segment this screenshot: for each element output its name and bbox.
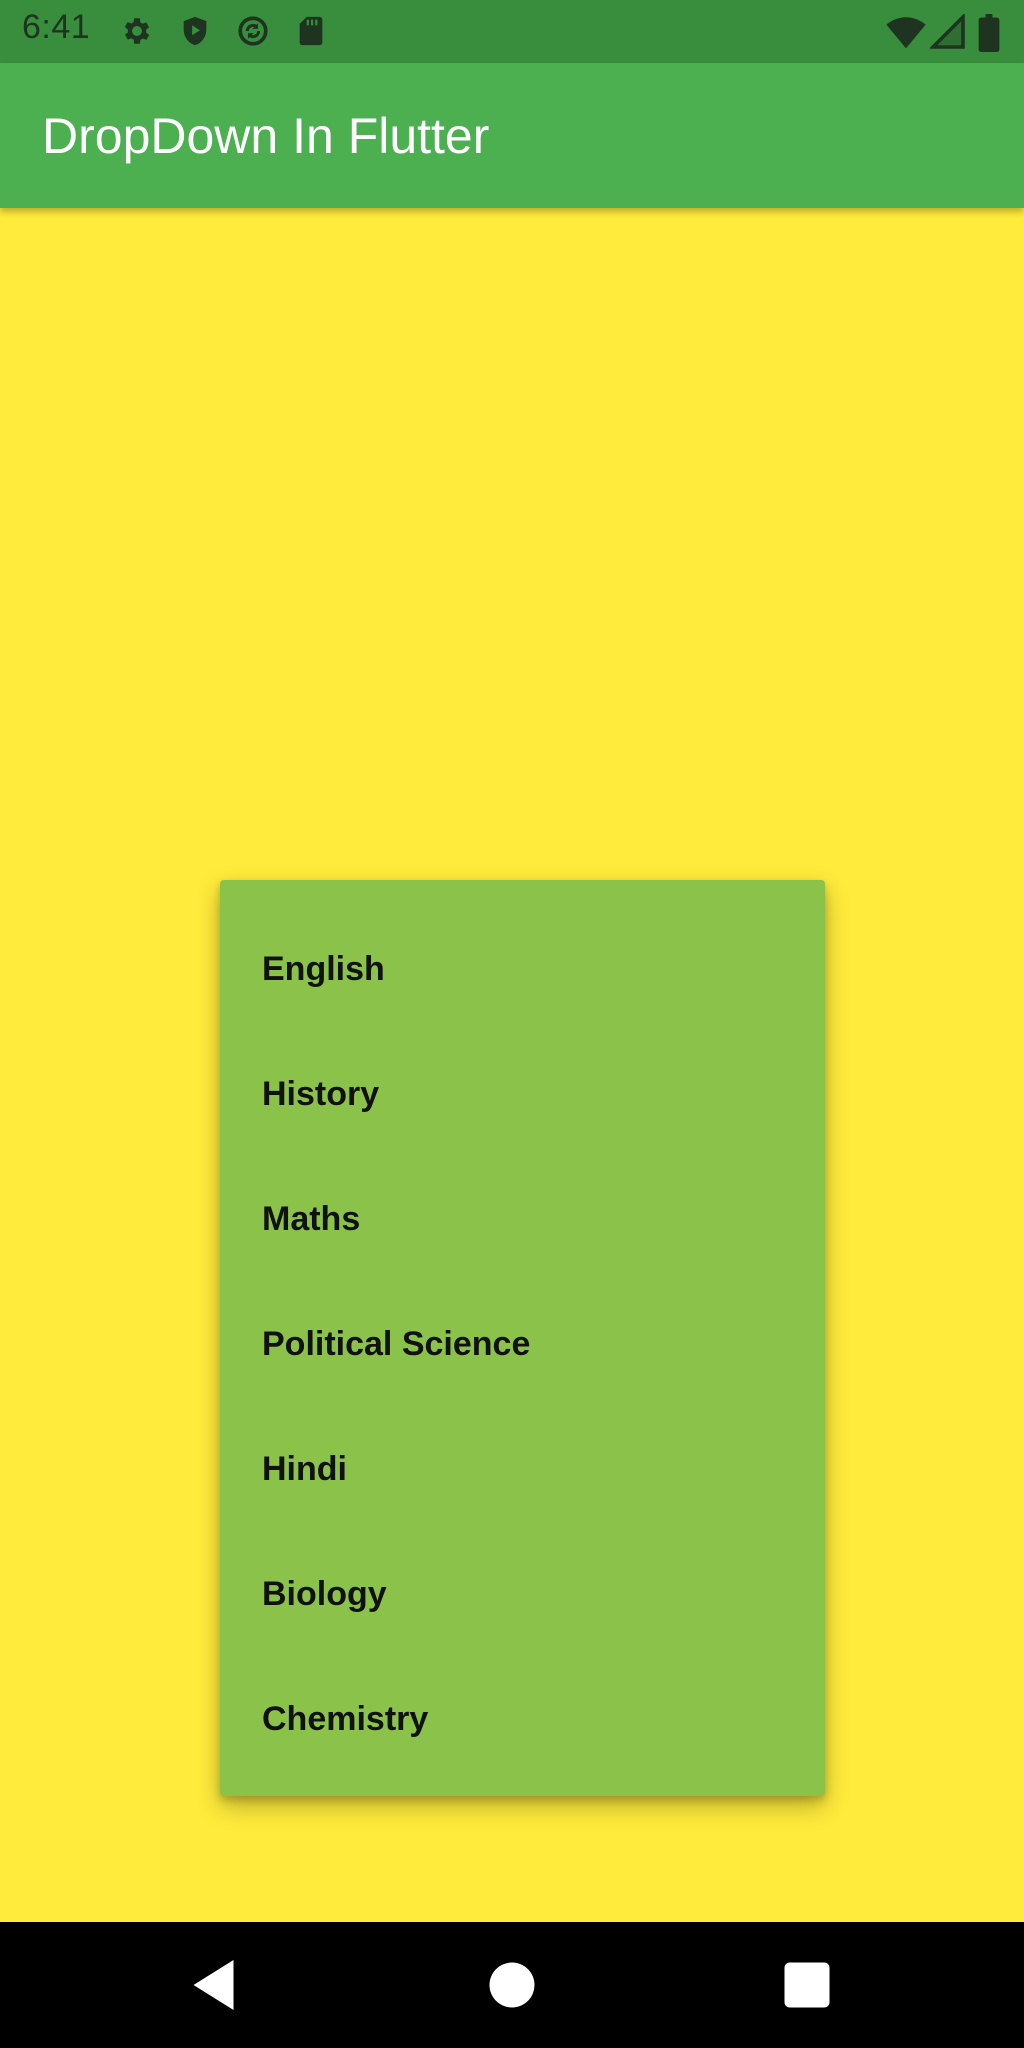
screen: 6:41 DropDown In Flutter English History… [0, 0, 1024, 2048]
home-icon[interactable] [482, 1955, 542, 2015]
menu-item-label: History [262, 1075, 380, 1113]
shield-play-icon [178, 14, 212, 48]
app-bar: DropDown In Flutter [0, 63, 1024, 208]
navigation-bar [0, 1922, 1024, 2048]
menu-item-history[interactable]: History [220, 1032, 825, 1157]
status-time: 6:41 [22, 8, 91, 46]
sync-circle-icon [236, 14, 270, 48]
menu-item-political-science[interactable]: Political Science [220, 1282, 825, 1407]
menu-item-label: Political Science [262, 1325, 531, 1363]
menu-item-label: Maths [262, 1200, 361, 1238]
back-icon[interactable] [186, 1955, 246, 2015]
menu-item-hindi[interactable]: Hindi [220, 1407, 825, 1532]
wifi-icon [886, 14, 926, 50]
gear-icon [120, 14, 154, 48]
menu-item-maths[interactable]: Maths [220, 1157, 825, 1282]
menu-item-chemistry[interactable]: Chemistry [220, 1657, 825, 1782]
battery-icon [978, 14, 1000, 52]
menu-item-english[interactable]: English [220, 907, 825, 1032]
signal-icon [930, 14, 966, 50]
menu-item-biology[interactable]: Biology [220, 1532, 825, 1657]
menu-item-label: Biology [262, 1575, 387, 1613]
menu-item-label: English [262, 950, 385, 988]
sd-card-icon [294, 14, 328, 48]
status-bar: 6:41 [0, 0, 1024, 63]
menu-item-label: Hindi [262, 1450, 347, 1488]
recents-icon[interactable] [777, 1955, 837, 2015]
app-title: DropDown In Flutter [42, 108, 490, 164]
menu-item-label: Chemistry [262, 1700, 429, 1738]
dropdown-menu: English History Maths Political Science … [220, 880, 825, 1796]
